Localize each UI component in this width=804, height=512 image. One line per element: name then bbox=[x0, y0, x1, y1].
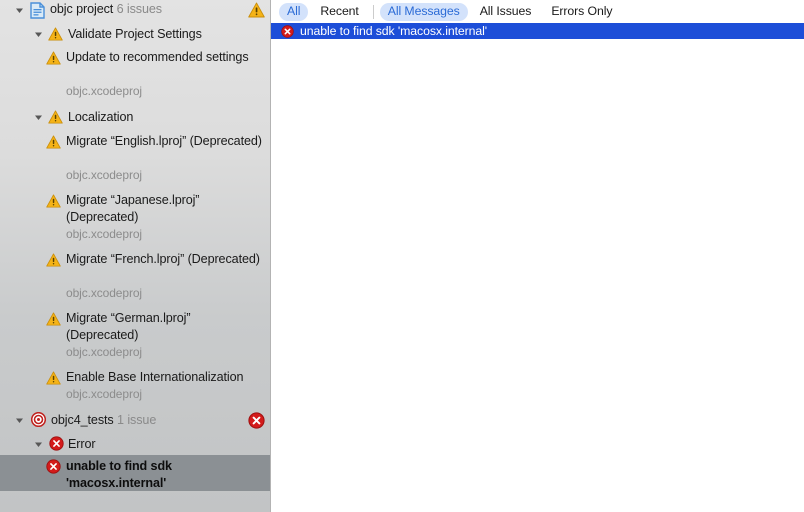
tab-all-messages[interactable]: All Messages bbox=[379, 2, 468, 21]
sidebar-item-project[interactable]: objc project 6 issues bbox=[0, 0, 270, 20]
error-stop-icon bbox=[281, 24, 294, 38]
sidebar-item-migrate-japanese-file: objc.xcodeproj bbox=[66, 227, 142, 241]
sidebar-item-migrate-japanese-label: Migrate “Japanese.lproj” (Deprecated) bbox=[66, 193, 200, 224]
message-list: unable to find sdk 'macosx.internal' bbox=[271, 23, 804, 39]
error-stop-icon bbox=[248, 412, 265, 429]
chevron-down-icon[interactable] bbox=[14, 5, 25, 16]
sidebar-item-enable-base-internationalization-file: objc.xcodeproj bbox=[66, 387, 142, 401]
warning-triangle-icon bbox=[46, 371, 61, 385]
message-row-unable-to-find-sdk[interactable]: unable to find sdk 'macosx.internal' bbox=[271, 23, 804, 39]
chevron-down-icon[interactable] bbox=[33, 439, 44, 450]
warning-triangle-icon bbox=[48, 110, 63, 124]
sidebar-item-migrate-german-file: objc.xcodeproj bbox=[66, 345, 142, 359]
chevron-down-icon[interactable] bbox=[14, 415, 25, 426]
error-stop-icon bbox=[49, 436, 64, 451]
tab-all-issues[interactable]: All Issues bbox=[472, 3, 540, 21]
sidebar-item-update-recommended-settings-label: Update to recommended settings bbox=[66, 50, 249, 64]
sidebar-item-migrate-english-label: Migrate “English.lproj” (Deprecated) bbox=[66, 134, 262, 148]
sidebar-item-update-recommended-settings-file: objc.xcodeproj bbox=[66, 84, 142, 98]
sidebar-item-validate-project-settings[interactable]: Validate Project Settings bbox=[0, 24, 270, 44]
chevron-down-icon[interactable] bbox=[33, 29, 44, 40]
message-row-text: unable to find sdk 'macosx.internal' bbox=[300, 24, 488, 38]
xcode-issue-navigator-window: objc project 6 issues Validate Project S… bbox=[0, 0, 804, 512]
issue-detail-panel: All Recent All Messages All Issues Error… bbox=[271, 0, 804, 512]
sidebar-item-project-label: objc project 6 issues bbox=[50, 2, 163, 16]
error-stop-icon bbox=[46, 459, 61, 474]
sidebar-item-objc4-tests-label: objc4_tests 1 issue bbox=[51, 413, 157, 427]
sidebar-item-localization[interactable]: Localization bbox=[0, 107, 270, 127]
warning-triangle-icon bbox=[248, 2, 265, 18]
sidebar-item-enable-base-internationalization[interactable]: Enable Base Internationalization objc.xc… bbox=[0, 367, 270, 407]
warning-triangle-icon bbox=[46, 312, 61, 326]
warning-triangle-icon bbox=[46, 194, 61, 208]
sidebar-item-error-group-label: Error bbox=[68, 437, 96, 451]
sidebar-item-unable-to-find-sdk-label: unable to find sdk 'macosx.internal' bbox=[66, 459, 172, 490]
sidebar-item-migrate-french-label: Migrate “French.lproj” (Deprecated) bbox=[66, 252, 260, 266]
sidebar-item-update-recommended-settings[interactable]: Update to recommended settings objc.xcod… bbox=[0, 47, 270, 104]
sidebar-item-error-group[interactable]: Error bbox=[0, 433, 270, 454]
tab-all[interactable]: All bbox=[279, 2, 309, 21]
sidebar-item-validate-project-settings-label: Validate Project Settings bbox=[68, 27, 202, 41]
sidebar-item-migrate-german[interactable]: Migrate “German.lproj” (Deprecated) objc… bbox=[0, 308, 270, 365]
warning-triangle-icon bbox=[46, 51, 61, 65]
tab-recent[interactable]: Recent bbox=[312, 3, 366, 21]
tab-errors-only[interactable]: Errors Only bbox=[543, 3, 620, 21]
sidebar-item-localization-label: Localization bbox=[68, 110, 134, 124]
sidebar-item-migrate-english[interactable]: Migrate “English.lproj” (Deprecated) obj… bbox=[0, 131, 270, 188]
sidebar-item-unable-to-find-sdk[interactable]: unable to find sdk 'macosx.internal' bbox=[0, 455, 270, 491]
sidebar-item-migrate-english-file: objc.xcodeproj bbox=[66, 168, 142, 182]
warning-triangle-icon bbox=[46, 135, 61, 149]
tab-separator bbox=[372, 4, 374, 19]
filter-tabbar: All Recent All Messages All Issues Error… bbox=[271, 0, 804, 23]
target-icon bbox=[31, 412, 46, 427]
sidebar-item-migrate-german-label: Migrate “German.lproj” (Deprecated) bbox=[66, 311, 191, 342]
sidebar-item-migrate-french-file: objc.xcodeproj bbox=[66, 286, 142, 300]
project-document-icon bbox=[30, 2, 45, 19]
warning-triangle-icon bbox=[48, 27, 63, 41]
sidebar-item-migrate-french[interactable]: Migrate “French.lproj” (Deprecated) objc… bbox=[0, 249, 270, 306]
chevron-down-icon[interactable] bbox=[33, 112, 44, 123]
sidebar-item-migrate-japanese[interactable]: Migrate “Japanese.lproj” (Deprecated) ob… bbox=[0, 190, 270, 247]
sidebar-item-objc4-tests[interactable]: objc4_tests 1 issue bbox=[0, 409, 270, 431]
issue-navigator-sidebar[interactable]: objc project 6 issues Validate Project S… bbox=[0, 0, 271, 512]
sidebar-item-enable-base-internationalization-label: Enable Base Internationalization bbox=[66, 370, 244, 384]
warning-triangle-icon bbox=[46, 253, 61, 267]
